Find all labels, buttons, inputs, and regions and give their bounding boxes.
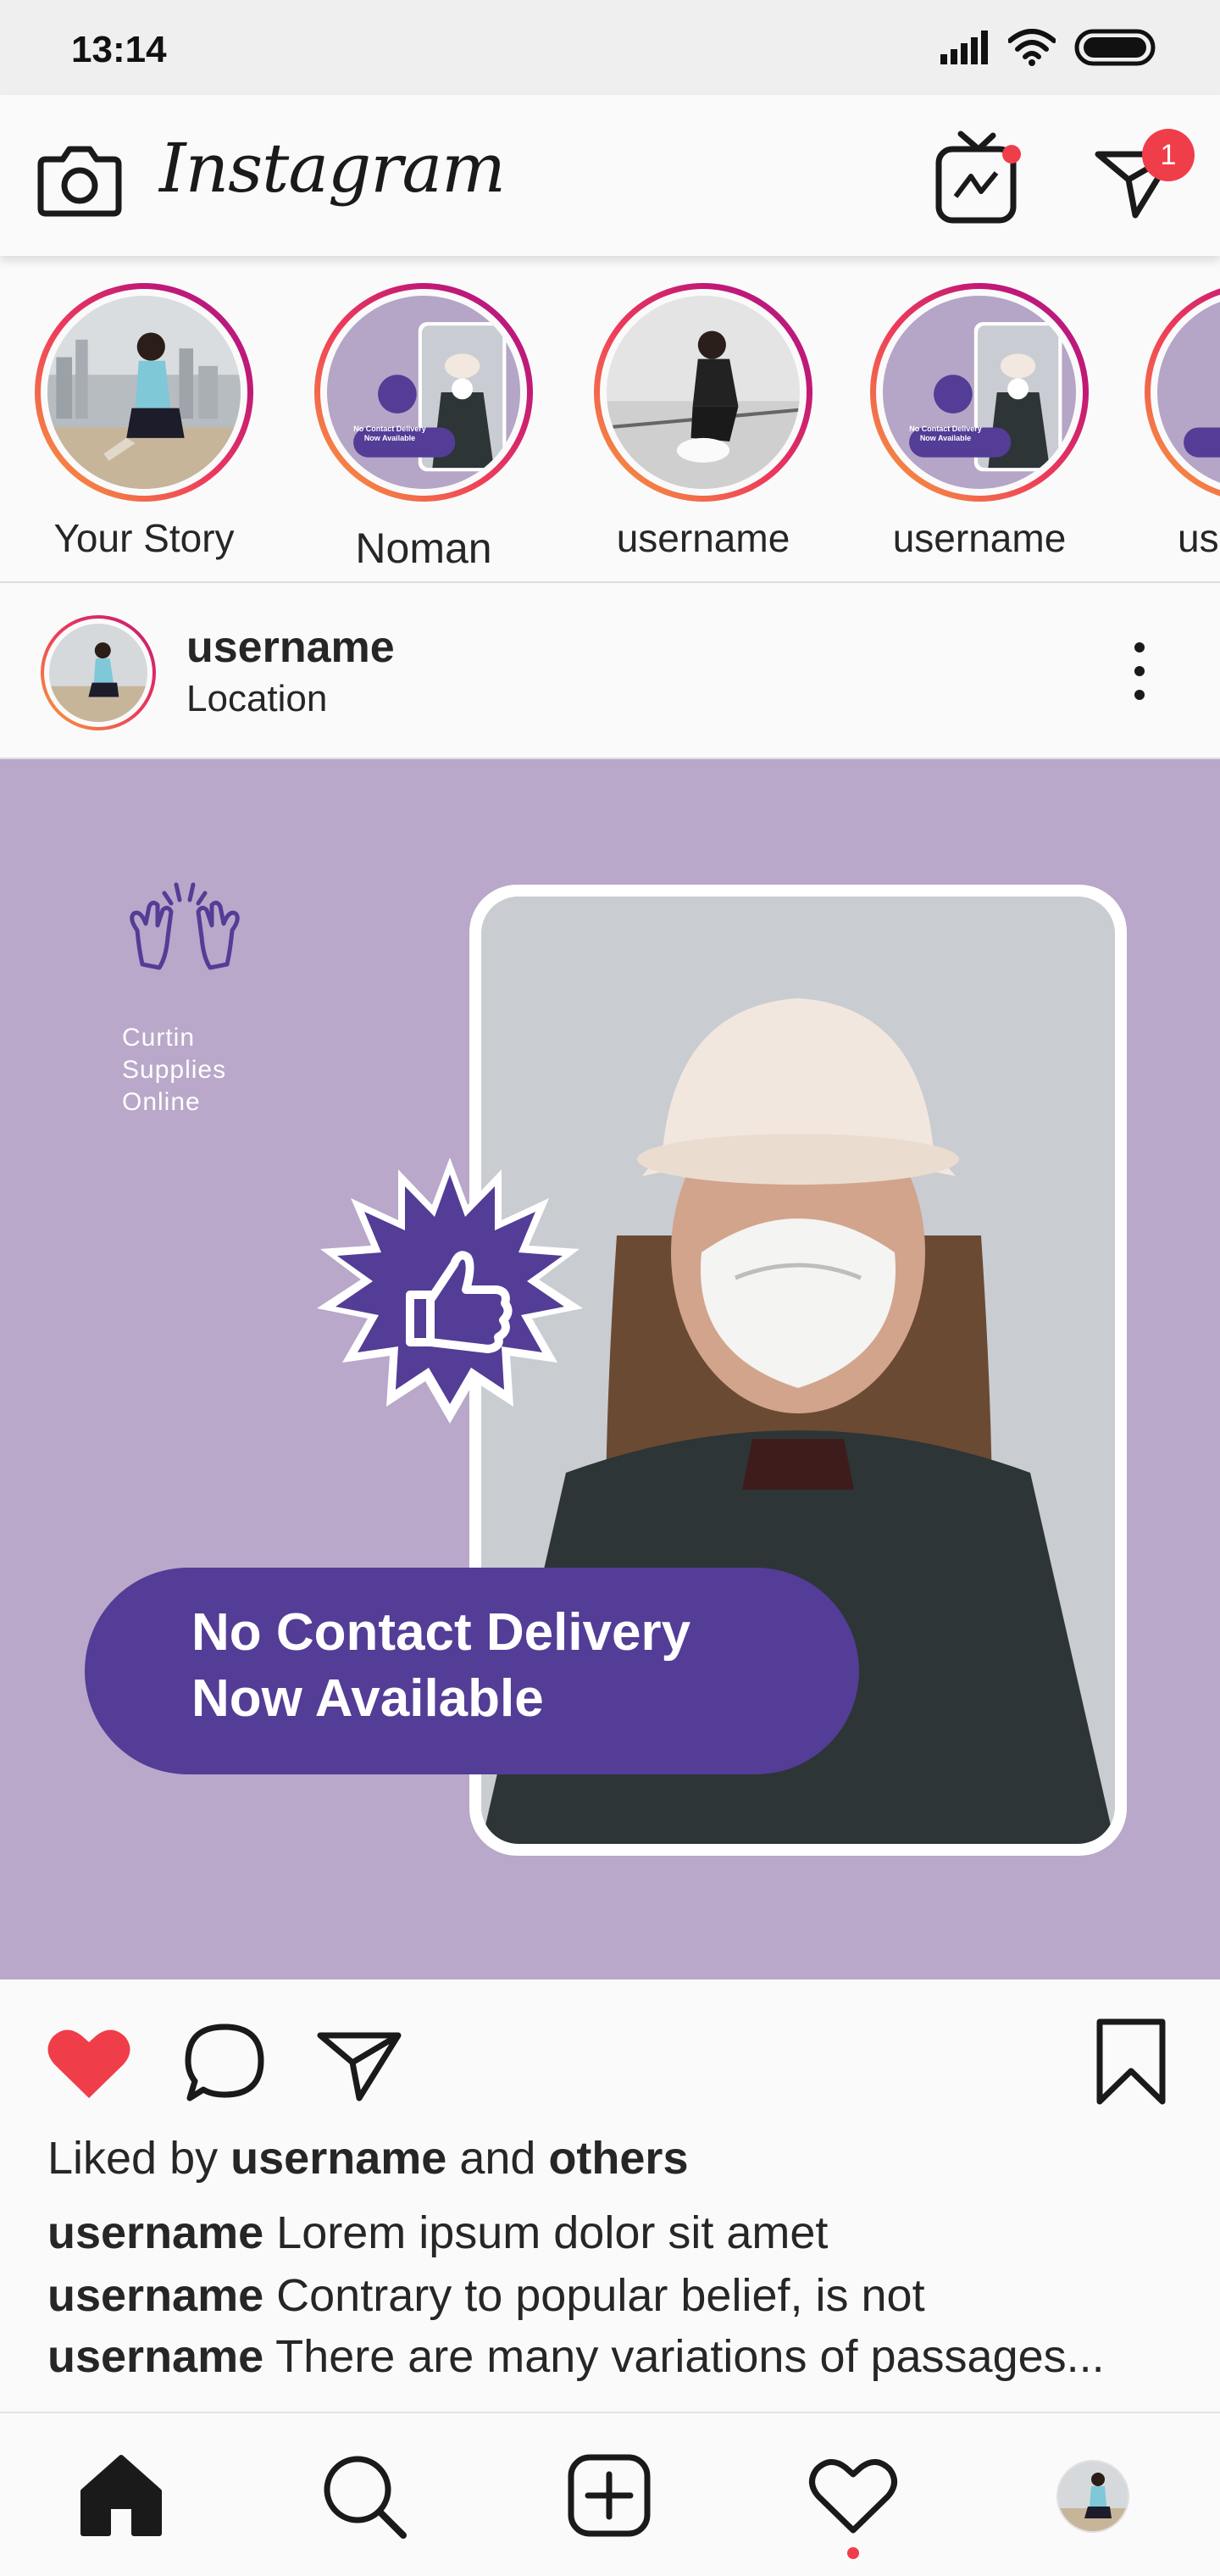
bookmark-icon[interactable] [1084,2017,1178,2110]
likes-and: and [459,2133,536,2184]
story-label: username [616,516,790,560]
comment-text: There are many variations of passages... [275,2331,1105,2382]
story-label: username [1178,516,1220,560]
post-image[interactable]: Curtin Supplies Online No Contact Delive… [0,759,1220,1979]
comment-line: username Lorem ipsum dolor sit amet [47,2207,828,2259]
story-thumbnail: No Contact Delivery Now Available [883,296,1076,489]
story-ring [35,283,253,502]
story-thumbnail [47,296,241,489]
story-ring: No Contact Delivery Now Available [870,283,1089,502]
brand-line: Online [122,1088,201,1116]
story-label: Your Story [53,516,235,560]
raised-hands-icon [130,882,240,970]
app-header: Instagram 1 [0,95,1220,256]
story-thumbnail: No Contact Delivery Now Available [327,296,520,489]
story-mini-cta: No Contact Delivery Now Available [909,425,982,442]
story-label: username [892,516,1067,560]
new-post-icon[interactable] [563,2449,656,2542]
post-author-avatar[interactable] [41,615,156,730]
post-header: username Location [0,583,1220,759]
activity-dot [847,2547,859,2559]
story-label: Noman [355,525,492,572]
bottom-nav [0,2412,1220,2576]
status-bar: 13:14 [0,0,1220,95]
story-item[interactable]: No Contact Delivery Now Available Noman [313,283,534,573]
comment-text: Contrary to popular belief, is not [276,2270,925,2321]
cta-line: No Contact Delivery [191,1603,691,1662]
brand-text: Curtin Supplies Online [122,1022,226,1119]
story-ring [594,283,812,502]
activity-heart-icon[interactable] [807,2449,900,2542]
story-mini-cta: No Contact Delivery Now Available [353,425,426,442]
search-icon[interactable] [317,2449,410,2542]
igtv-icon[interactable] [932,124,1025,225]
likes-prefix: Liked by [47,2133,219,2184]
post-actions: Liked by username and others username Lo… [0,1979,1220,2412]
instagram-logo: Instagram [159,129,506,208]
comment-icon[interactable] [178,2017,271,2110]
cta-line: Now Available [191,1669,544,1728]
story-thumbnail [1157,296,1220,489]
thumbs-up-badge-icon [317,1158,583,1424]
comment-text: Lorem ipsum dolor sit amet [276,2207,829,2258]
story-thumbnail [607,296,800,489]
cta-banner: No Contact Delivery Now Available [85,1568,859,1774]
story-item[interactable]: No Contact Delivery Now Available userna… [869,283,1090,561]
comment-user[interactable]: username [47,2207,263,2258]
comment-user[interactable]: username [47,2270,263,2321]
comment-user[interactable]: username [47,2331,263,2382]
heart-filled-icon[interactable] [42,2017,136,2110]
story-item[interactable]: username [1144,283,1220,561]
post-location[interactable]: Location [186,678,327,720]
dm-notification-badge: 1 [1142,129,1195,181]
share-icon[interactable] [313,2017,407,2110]
brand-line: Supplies [122,1056,227,1084]
stories-tray: Your Story No Contact Delivery Now Avail… [0,256,1220,583]
more-options-icon[interactable] [1118,637,1161,705]
story-ring: No Contact Delivery Now Available [314,283,533,502]
home-icon[interactable] [75,2449,168,2542]
comment-line: username There are many variations of pa… [47,2330,1105,2383]
story-ring [1145,283,1220,502]
likes-user[interactable]: username [230,2133,446,2184]
battery-icon [1074,29,1156,66]
signal-icon [940,31,988,64]
likes-others[interactable]: others [548,2133,688,2184]
camera-icon[interactable] [37,137,122,219]
likes-summary[interactable]: Liked by username and others [47,2132,688,2185]
story-item[interactable]: username [593,283,813,561]
post-username[interactable]: username [186,622,395,673]
brand-line: Curtin [122,1024,196,1052]
comment-line: username Contrary to popular belief, is … [47,2269,925,2322]
direct-message-button[interactable]: 1 [1093,129,1195,230]
wifi-icon [1008,29,1056,66]
profile-avatar[interactable] [1051,2454,1135,2539]
story-item[interactable]: Your Story [34,283,254,561]
status-icons [940,29,1156,66]
status-time: 13:14 [71,29,167,70]
